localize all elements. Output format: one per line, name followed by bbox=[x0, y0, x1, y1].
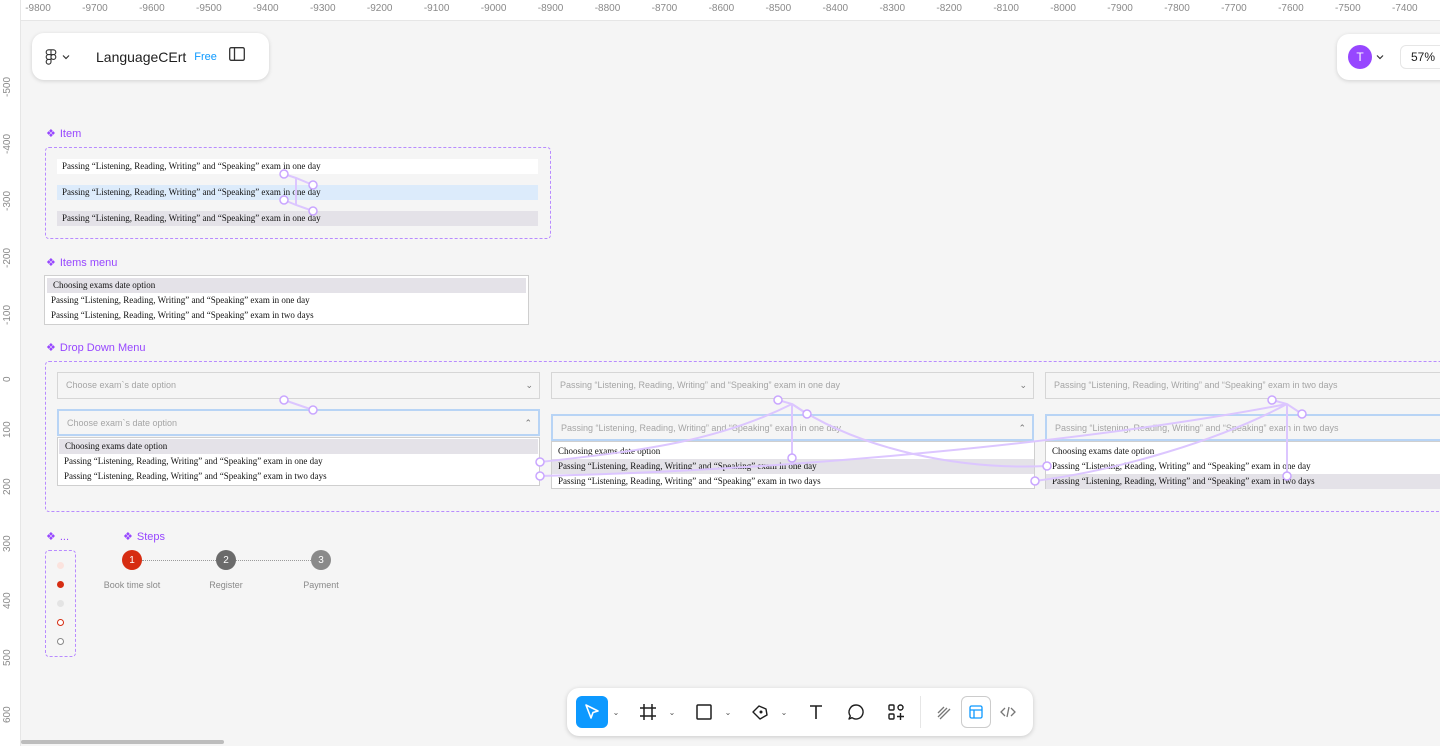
toolbar-divider bbox=[920, 696, 921, 728]
dot-variant-active[interactable] bbox=[57, 581, 64, 588]
text-tool-icon bbox=[810, 705, 822, 719]
frame-tool-button[interactable] bbox=[632, 696, 664, 728]
step-3-circle[interactable]: 3 bbox=[311, 550, 331, 570]
step-1-circle[interactable]: 1 bbox=[122, 550, 142, 570]
dot-variant-light[interactable] bbox=[57, 562, 64, 569]
shape-tool-button[interactable] bbox=[688, 696, 720, 728]
bottom-toolbar: ⌄ ⌄ ⌄ ⌄ bbox=[567, 688, 1033, 736]
dot-component-set[interactable] bbox=[45, 550, 76, 657]
move-tool-button[interactable] bbox=[576, 696, 608, 728]
component-icon: ❖ bbox=[46, 531, 56, 543]
pen-tool-icon bbox=[752, 705, 768, 720]
prototype-connections bbox=[279, 169, 1307, 486]
step-3-label: Payment bbox=[303, 580, 339, 590]
dot-variant-inactive[interactable] bbox=[57, 600, 64, 607]
actions-button[interactable] bbox=[880, 696, 912, 728]
dev-mode-icon bbox=[1000, 706, 1016, 718]
chevron-down-icon[interactable]: ⌄ bbox=[720, 708, 736, 717]
step-connector bbox=[236, 560, 311, 561]
design-mode-icon bbox=[969, 705, 983, 719]
actions-icon bbox=[888, 704, 904, 720]
text-tool-button[interactable] bbox=[800, 696, 832, 728]
component-title-steps[interactable]: ❖ Steps bbox=[123, 530, 165, 543]
move-tool-icon bbox=[585, 704, 599, 719]
chevron-down-icon[interactable]: ⌄ bbox=[608, 708, 624, 717]
step-2-label: Register bbox=[209, 580, 243, 590]
draw-mode-button[interactable] bbox=[929, 696, 959, 728]
comment-tool-icon bbox=[848, 704, 864, 720]
component-title-label: Steps bbox=[136, 531, 166, 543]
step-1-label: Book time slot bbox=[103, 580, 161, 590]
step-2-circle[interactable]: 2 bbox=[216, 550, 236, 570]
frame-tool-icon bbox=[640, 704, 656, 720]
shape-tool-icon bbox=[696, 704, 712, 720]
comment-tool-button[interactable] bbox=[840, 696, 872, 728]
dot-variant-outline-red[interactable] bbox=[57, 619, 64, 626]
step-connector bbox=[142, 560, 216, 561]
chevron-down-icon[interactable]: ⌄ bbox=[664, 708, 680, 717]
component-title-label: ... bbox=[59, 531, 70, 543]
chevron-down-icon[interactable]: ⌄ bbox=[776, 708, 792, 717]
horizontal-scrollbar[interactable] bbox=[21, 740, 224, 744]
draw-mode-icon bbox=[937, 706, 951, 720]
dev-mode-button[interactable] bbox=[993, 696, 1023, 728]
design-mode-button[interactable] bbox=[961, 696, 991, 728]
component-icon: ❖ bbox=[123, 531, 133, 543]
dot-variant-outline-gray[interactable] bbox=[57, 638, 64, 645]
pen-tool-button[interactable] bbox=[744, 696, 776, 728]
component-title-dots[interactable]: ❖... bbox=[46, 530, 69, 543]
